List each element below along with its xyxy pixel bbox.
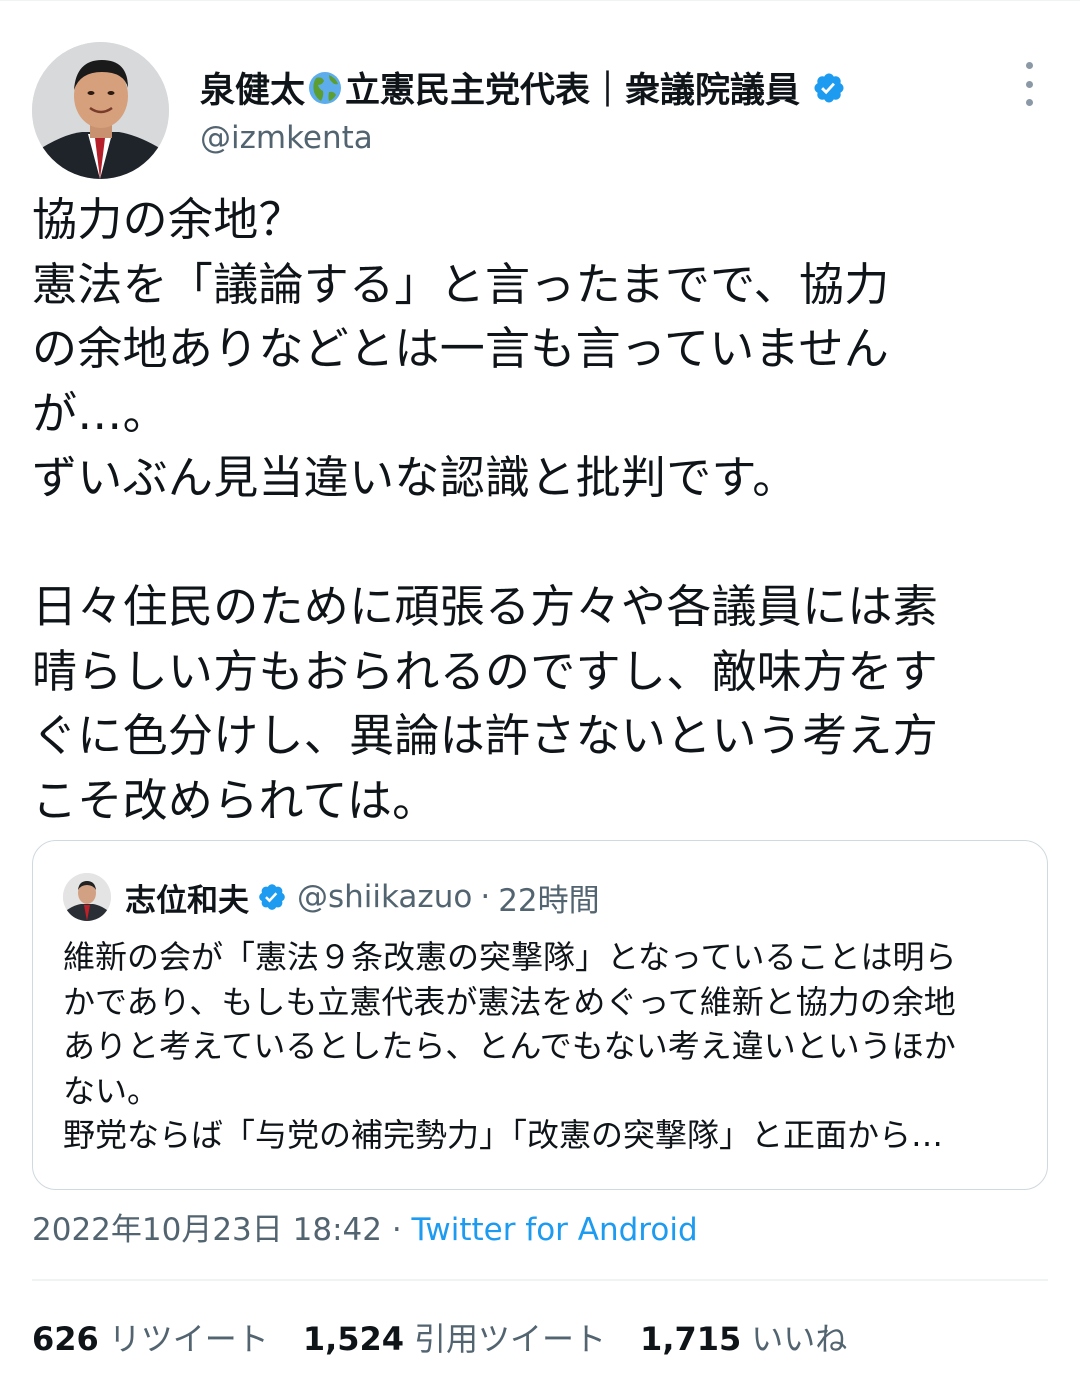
- quote-tweets-label: 引用ツイート: [414, 1320, 607, 1358]
- quoted-text-line: 維新の会が「憲法９条改憲の突撃隊」となっていることは明ら: [63, 938, 957, 976]
- globe-americas-icon: [307, 70, 343, 106]
- quoted-author-handle: @shiikazuo: [297, 879, 473, 915]
- quoted-tweet-text: 維新の会が「憲法９条改憲の突撃隊」となっていることは明ら かであり、もしも立憲代…: [63, 935, 1023, 1158]
- top-divider: [0, 0, 1080, 1]
- tweet-text-line: 日々住民のために頑張る方々や各議員には素: [32, 580, 939, 633]
- likes-stat[interactable]: 1,715 いいね: [640, 1314, 847, 1360]
- retweets-count: 626: [32, 1320, 99, 1358]
- tweet-text: 協力の余地？ 憲法を「議論する」と言ったまでで、協力 の余地ありなどとは一言も言…: [32, 188, 1052, 833]
- tweet-text-line: が…。: [32, 386, 168, 440]
- stats-divider: [32, 1279, 1048, 1281]
- tweet-text-line: こそ改められては。: [32, 773, 438, 827]
- quote-tweets-count: 1,524: [302, 1320, 405, 1358]
- tweet-text-line: ぐに色分けし、異論は許さないという考え方: [32, 709, 939, 762]
- tweet-text-line: の余地ありなどとは一言も言っていません: [32, 322, 890, 375]
- retweets-stat[interactable]: 626 リツイート: [32, 1314, 269, 1360]
- quoted-text-line: ない。: [63, 1071, 160, 1110]
- quote-tweets-stat[interactable]: 1,524 引用ツイート: [303, 1314, 606, 1360]
- tweet-stats: 626 リツイート 1,524 引用ツイート 1,715 いいね: [32, 1314, 881, 1360]
- more-dot-icon: [1025, 99, 1033, 106]
- author-name-part1: 泉健太: [200, 71, 306, 111]
- quoted-text-line: ありと考えているとしたら、とんでもない考え違いというほか: [63, 1027, 956, 1065]
- more-dot-icon: [1025, 80, 1033, 88]
- quoted-author-avatar: [63, 873, 111, 921]
- verified-badge-icon: [257, 882, 287, 912]
- quoted-meta-separator: ·: [480, 879, 491, 915]
- author-name-part2: 立憲民主党代表｜衆議院議員: [345, 71, 801, 111]
- quoted-tweet-card[interactable]: 志位和夫 @shiikazuo · 22時間 維新の会が「憲法９条改憲の突撃隊」…: [32, 840, 1048, 1190]
- likes-label: いいね: [751, 1320, 848, 1358]
- quoted-tweet-time: 22時間: [498, 882, 600, 919]
- author-avatar[interactable]: [32, 42, 169, 179]
- tweet-timestamp[interactable]: 2022年10月23日 18:42: [32, 1212, 382, 1248]
- tweet-text-line: 晴らしい方もおられるのですし、敵味方をす: [32, 644, 939, 698]
- retweets-label: リツイート: [108, 1320, 269, 1358]
- timestamp-separator: ·: [381, 1212, 412, 1248]
- more-dot-icon: [1025, 62, 1033, 69]
- likes-count: 1,715: [640, 1320, 742, 1358]
- tweet-text-line: 協力の余地？: [32, 193, 304, 246]
- quoted-text-line: かであり、もしも立憲代表が憲法をめぐって維新と協力の余地: [63, 982, 956, 1021]
- quoted-text-line: 野党ならば「与党の補完勢力」「改憲の突撃隊」と正面から…: [63, 1116, 944, 1154]
- tweet-text-line: 憲法を「議論する」と言ったまでで、協力: [32, 257, 890, 311]
- more-options-button[interactable]: [1012, 62, 1046, 106]
- quoted-tweet-header: 志位和夫 @shiikazuo · 22時間: [125, 871, 600, 923]
- author-name[interactable]: 泉健太 立憲民主党代表｜衆議院議員: [200, 62, 846, 113]
- tweet-timestamp-row: 2022年10月23日 18:42 · Twitter for Android: [32, 1204, 698, 1249]
- verified-badge-icon: [812, 71, 846, 105]
- quoted-author-name: 志位和夫: [125, 882, 249, 919]
- tweet-text-line: ずいぶん見当違いな認識と批判です。: [32, 451, 798, 504]
- author-handle[interactable]: @izmkenta: [200, 120, 373, 156]
- tweet-source-link[interactable]: Twitter for Android: [412, 1212, 698, 1248]
